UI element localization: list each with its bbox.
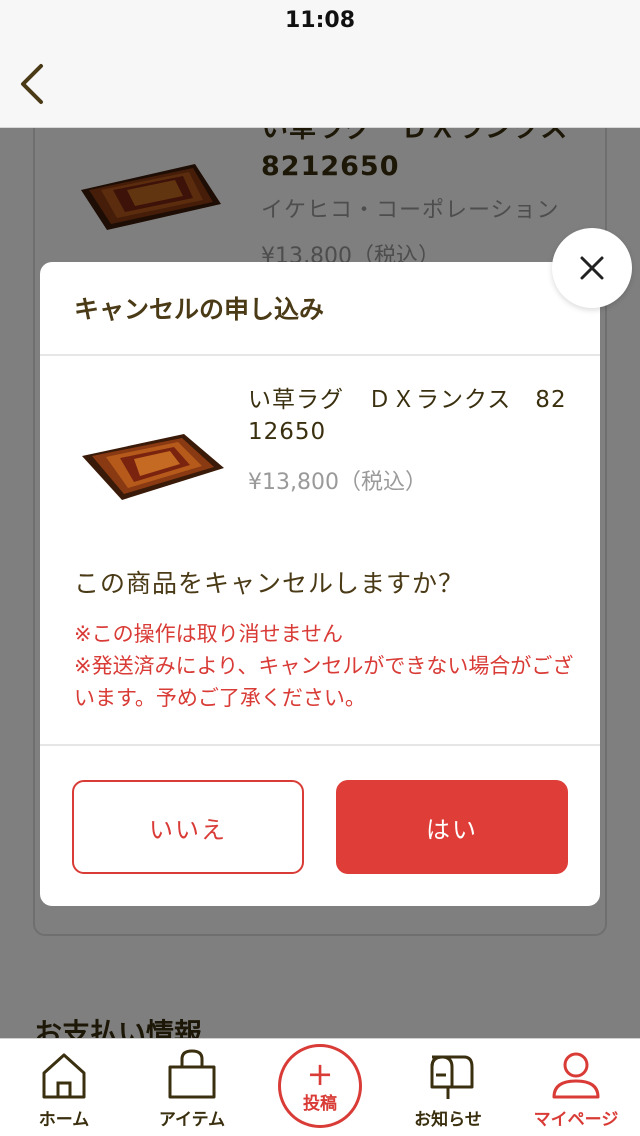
- tab-item[interactable]: アイテム: [128, 1039, 256, 1136]
- shopping-bag-icon: [168, 1049, 216, 1099]
- yes-button[interactable]: はい: [336, 780, 568, 874]
- status-bar: 11:08: [0, 0, 640, 40]
- plus-icon: +: [306, 1054, 334, 1093]
- close-icon: [580, 256, 604, 280]
- tab-post[interactable]: + 投稿: [256, 1039, 384, 1136]
- tab-post-label: 投稿: [303, 1093, 337, 1114]
- cancel-dialog: キャンセルの申し込み い草ラグ ＤＸランクス 8212650 ¥13,800（税…: [40, 262, 600, 906]
- tab-notice[interactable]: お知らせ: [384, 1039, 512, 1136]
- close-button[interactable]: [552, 228, 632, 308]
- divider: [40, 354, 600, 356]
- divider: [40, 744, 600, 746]
- user-icon: [552, 1052, 600, 1099]
- tab-item-label: アイテム: [158, 1110, 226, 1130]
- tab-mypage[interactable]: マイページ: [512, 1039, 640, 1136]
- tab-home[interactable]: ホーム: [0, 1039, 128, 1136]
- tab-notice-label: お知らせ: [414, 1110, 482, 1130]
- dialog-warning: ※この操作は取り消せません ※発送済みにより、キャンセルができない場合がございま…: [74, 618, 574, 714]
- dialog-title: キャンセルの申し込み: [74, 295, 325, 324]
- nav-bar: [0, 40, 640, 128]
- mailbox-icon: [430, 1055, 474, 1099]
- warning-line-2: ※発送済みにより、キャンセルができない場合がございます。予めご了承ください。: [74, 654, 574, 710]
- warning-line-1: ※この操作は取り消せません: [74, 622, 343, 646]
- rug-thumbnail: [82, 434, 224, 500]
- tab-bar: ホーム アイテム + 投稿 お知らせ マイページ: [0, 1038, 640, 1136]
- tab-mypage-label: マイページ: [533, 1110, 619, 1130]
- no-button[interactable]: いいえ: [72, 780, 304, 874]
- dialog-product-price: ¥13,800（税込）: [248, 470, 427, 495]
- dialog-product-name: い草ラグ ＤＸランクス 8212650: [248, 387, 567, 445]
- post-button[interactable]: + 投稿: [278, 1044, 362, 1128]
- tab-home-label: ホーム: [38, 1110, 90, 1130]
- chevron-left-icon: [21, 64, 43, 104]
- back-button[interactable]: [12, 58, 52, 110]
- status-time: 11:08: [284, 7, 356, 33]
- dialog-question: この商品をキャンセルしますか？: [74, 569, 465, 598]
- home-icon: [42, 1053, 86, 1099]
